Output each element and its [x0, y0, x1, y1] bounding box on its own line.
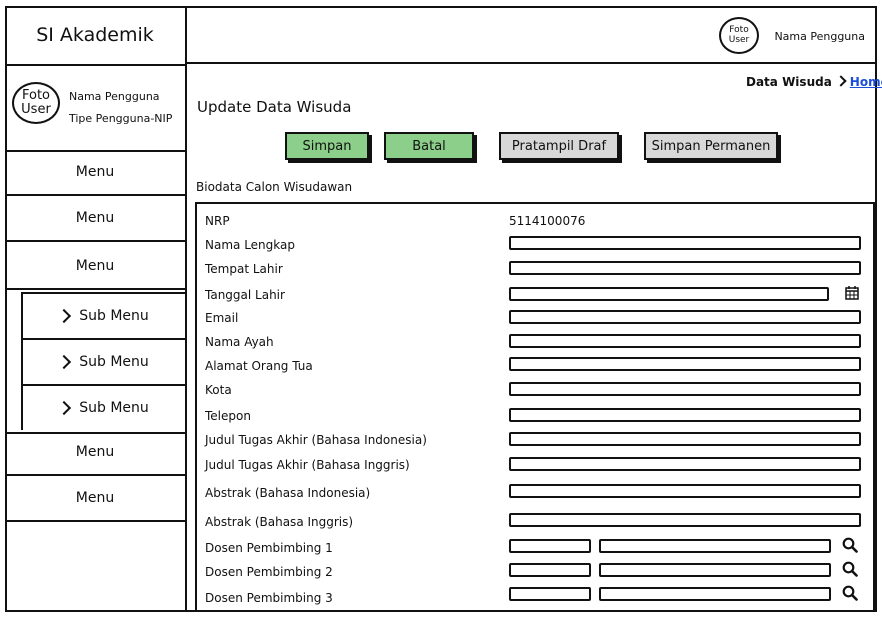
- field-label-email: Email: [205, 311, 239, 325]
- telepon-input[interactable]: [509, 408, 861, 422]
- field-label-abstrak-inggris: Abstrak (Bahasa Inggris): [205, 515, 354, 529]
- search-icon[interactable]: [842, 561, 858, 577]
- abstrak-indonesia-input[interactable]: [509, 484, 861, 498]
- field-label-nama-lengkap: Nama Lengkap: [205, 238, 295, 252]
- section-title: Biodata Calon Wisudawan: [196, 180, 353, 194]
- nrp-label: NRP: [205, 214, 230, 228]
- kota-input[interactable]: [509, 382, 861, 396]
- dosen-2-name-input[interactable]: [599, 563, 831, 577]
- alamat-orang-tua-input[interactable]: [509, 357, 861, 371]
- chevron-right-icon: [835, 75, 847, 87]
- field-label-dosen-1: Dosen Pembimbing 1: [205, 541, 333, 555]
- email-input[interactable]: [509, 310, 861, 324]
- field-label-alamat-orang-tua: Alamat Orang Tua: [205, 359, 313, 373]
- dosen-1-code-input[interactable]: [509, 539, 591, 553]
- dosen-2-code-input[interactable]: [509, 563, 591, 577]
- breadcrumb-current: Data Wisuda: [746, 75, 832, 89]
- judul-ta-inggris-input[interactable]: [509, 457, 861, 471]
- cancel-button[interactable]: Batal: [384, 132, 474, 160]
- field-label-abstrak-indonesia: Abstrak (Bahasa Indonesia): [205, 486, 371, 500]
- nrp-value: 5114100076: [509, 214, 586, 228]
- breadcrumb: Data Wisuda Home: [746, 75, 882, 89]
- save-permanent-button[interactable]: Simpan Permanen: [644, 132, 778, 160]
- calendar-icon[interactable]: [845, 285, 859, 300]
- page-title: Update Data Wisuda: [197, 98, 352, 116]
- tanggal-lahir-input[interactable]: [509, 287, 829, 301]
- field-label-nama-ayah: Nama Ayah: [205, 335, 274, 349]
- field-label-tanggal-lahir: Tanggal Lahir: [205, 288, 285, 302]
- field-label-telepon: Telepon: [205, 409, 251, 423]
- save-button[interactable]: Simpan: [285, 132, 369, 160]
- tempat-lahir-input[interactable]: [509, 261, 861, 275]
- dosen-3-name-input[interactable]: [599, 587, 831, 601]
- search-icon[interactable]: [842, 537, 858, 553]
- field-label-dosen-2: Dosen Pembimbing 2: [205, 565, 333, 579]
- dosen-1-name-input[interactable]: [599, 539, 831, 553]
- field-label-kota: Kota: [205, 383, 232, 397]
- dosen-3-code-input[interactable]: [509, 587, 591, 601]
- preview-draft-button[interactable]: Pratampil Draf: [499, 132, 619, 160]
- search-icon[interactable]: [842, 585, 858, 601]
- field-label-judul-ta-indonesia: Judul Tugas Akhir (Bahasa Indonesia): [205, 433, 427, 447]
- field-label-dosen-3: Dosen Pembimbing 3: [205, 591, 333, 605]
- field-label-tempat-lahir: Tempat Lahir: [205, 262, 283, 276]
- nama-lengkap-input[interactable]: [509, 236, 861, 250]
- breadcrumb-home-link[interactable]: Home: [850, 75, 882, 89]
- abstrak-inggris-input[interactable]: [509, 513, 861, 527]
- judul-ta-indonesia-input[interactable]: [509, 432, 861, 446]
- nama-ayah-input[interactable]: [509, 334, 861, 348]
- field-label-judul-ta-inggris: Judul Tugas Akhir (Bahasa Inggris): [205, 458, 410, 472]
